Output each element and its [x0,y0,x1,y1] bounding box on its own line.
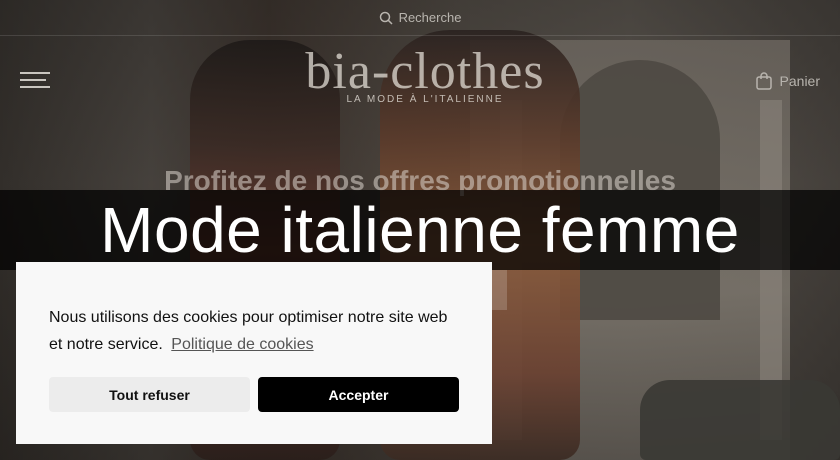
car-image [640,380,840,460]
top-bar: Recherche [0,0,840,36]
search-icon [379,11,393,25]
logo-text: bia-clothes [305,43,545,100]
cookie-consent-dialog: Nous utilisons des cookies pour optimise… [16,262,492,444]
site-logo[interactable]: bia-clothes LA MODE À L'ITALIENNE [270,43,580,106]
page-title: Mode italienne femme [100,194,740,266]
cookie-message: Nous utilisons des cookies pour optimise… [49,304,459,358]
cart-label: Panier [779,73,820,89]
title-banner: Mode italienne femme [0,190,840,270]
search-button[interactable]: Recherche [379,10,462,25]
accept-button[interactable]: Accepter [258,377,459,412]
cookie-policy-link[interactable]: Politique de cookies [171,336,313,353]
shopping-bag-icon [755,72,772,90]
refuse-all-button[interactable]: Tout refuser [49,377,250,412]
cookie-buttons: Tout refuser Accepter [49,377,459,412]
search-label: Recherche [398,10,462,25]
menu-icon[interactable] [20,72,50,90]
cart-button[interactable]: Panier [755,72,820,90]
